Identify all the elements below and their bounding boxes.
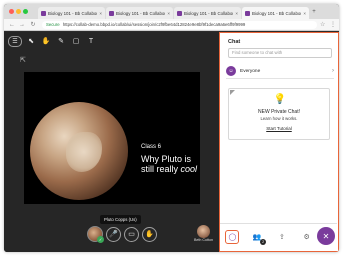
tab-label: Biology 101 - Bb Collabora — [184, 10, 234, 16]
session-controls: ✓ 🎤 ▭ ✋ — [87, 225, 160, 243]
tab-label: Biology 101 - Bb Collabora — [116, 10, 166, 16]
bb-favicon-icon — [41, 10, 46, 16]
star-icon[interactable]: ☆ — [320, 21, 325, 28]
share-content-icon[interactable]: ⇱ — [20, 56, 26, 64]
pen-icon[interactable]: ✎ — [55, 36, 67, 47]
session-stage: ☰ ⬉ ✋ ✎ ▢ T ⇱ Class 6 Why Pluto is still… — [4, 32, 219, 252]
address-bar: ← → ↻ Secure https://collab-demo.bbpd.io… — [4, 19, 339, 31]
new-tab-button[interactable]: + — [309, 7, 319, 17]
chat-search-input[interactable]: Find someone to chat with — [228, 48, 332, 58]
card-title: NEW Private Chat! — [258, 109, 300, 115]
tab-label: Biology 101 - Bb Collabora — [48, 10, 98, 16]
share-tab-icon[interactable]: ⇪ — [275, 230, 289, 244]
start-tutorial-link[interactable]: Start Tutorial — [229, 126, 329, 131]
url-field[interactable]: Secure https://collab-demo.bbpd.io/colla… — [42, 21, 317, 29]
presenter-avatar — [197, 225, 210, 238]
tab-strip: Biology 101 - Bb Collabora × Biology 101… — [4, 4, 339, 19]
url-text: https://collab-demo.bbpd.io/collab/ui/se… — [62, 22, 246, 27]
whiteboard-toolbar: ☰ ⬉ ✋ ✎ ▢ T — [8, 35, 108, 47]
lightbulb-icon: 💡 — [273, 94, 287, 105]
settings-icon[interactable]: ⚙ — [300, 230, 314, 244]
chat-panel: Chat Find someone to chat with ☺ Everyon… — [219, 32, 339, 252]
user-tooltip: Pluto Copps (Us) — [100, 215, 141, 224]
forward-icon[interactable]: → — [18, 21, 26, 29]
browser-tab[interactable]: Biology 101 - Bb Collabora × — [174, 7, 241, 19]
reload-icon[interactable]: ↻ — [29, 21, 37, 29]
browser-menu-icon[interactable]: ⋮ — [330, 21, 336, 28]
card-subtitle: Learn how it works. — [260, 116, 298, 121]
tab-close-icon[interactable]: × — [99, 11, 102, 16]
tab-label: Biology 101 - Bb Collabora — [252, 10, 302, 16]
raise-hand-icon[interactable]: ✋ — [142, 226, 157, 242]
window-minimize-button[interactable] — [16, 9, 21, 14]
browser-window: Biology 101 - Bb Collabora × Biology 101… — [4, 4, 339, 252]
presenter-name: Beth Cotton — [194, 238, 213, 242]
browser-tab[interactable]: Biology 101 - Bb Collabora × — [106, 7, 173, 19]
secure-label: Secure — [46, 22, 60, 27]
close-panel-icon[interactable]: ✕ — [317, 227, 335, 245]
my-avatar[interactable]: ✓ — [87, 226, 104, 243]
chevron-right-icon: › — [332, 68, 334, 74]
tab-close-icon[interactable]: × — [235, 11, 238, 16]
bb-favicon-icon — [177, 10, 182, 16]
back-icon[interactable]: ← — [8, 21, 16, 29]
window-close-button[interactable] — [9, 9, 14, 14]
card-corner-icon — [230, 90, 235, 95]
slide-title: Why Pluto is still really cool — [141, 154, 200, 174]
microphone-icon[interactable]: 🎤 — [106, 226, 121, 242]
select-icon[interactable]: ⬉ — [25, 36, 37, 47]
slide-title-emphasis: cool — [180, 164, 198, 174]
attendees-tab[interactable]: 👥 2 — [250, 230, 267, 245]
camera-icon[interactable]: ▭ — [124, 226, 139, 242]
shape-icon[interactable]: ▢ — [70, 36, 82, 47]
private-chat-card: 💡 NEW Private Chat! Learn how it works. … — [228, 88, 330, 140]
everyone-label: Everyone — [240, 68, 261, 74]
menu-icon[interactable]: ☰ — [8, 35, 22, 47]
text-icon[interactable]: T — [85, 36, 97, 47]
window-maximize-button[interactable] — [23, 9, 28, 14]
bb-favicon-icon — [245, 10, 250, 16]
bb-favicon-icon — [109, 10, 114, 16]
hand-icon[interactable]: ✋ — [40, 36, 52, 47]
browser-tab[interactable]: Biology 101 - Bb Collabora × — [38, 7, 105, 19]
shared-slide: Class 6 Why Pluto is still really cool — [24, 72, 200, 204]
tab-close-icon[interactable]: × — [303, 11, 306, 16]
attendee-count-badge: 2 — [260, 239, 267, 245]
tab-close-icon[interactable]: × — [167, 11, 170, 16]
panel-title: Chat — [228, 39, 241, 45]
status-check-icon[interactable]: ✓ — [97, 236, 104, 243]
slide-class-label: Class 6 — [141, 144, 162, 150]
chat-tab-icon[interactable]: ◯ — [225, 230, 240, 244]
presenter-thumbnail[interactable]: Beth Cotton — [190, 225, 216, 243]
everyone-chat-row[interactable]: ☺ Everyone › — [226, 64, 334, 79]
browser-tab-active[interactable]: Biology 101 - Bb Collabora × — [242, 7, 309, 19]
everyone-icon: ☺ — [226, 66, 236, 76]
